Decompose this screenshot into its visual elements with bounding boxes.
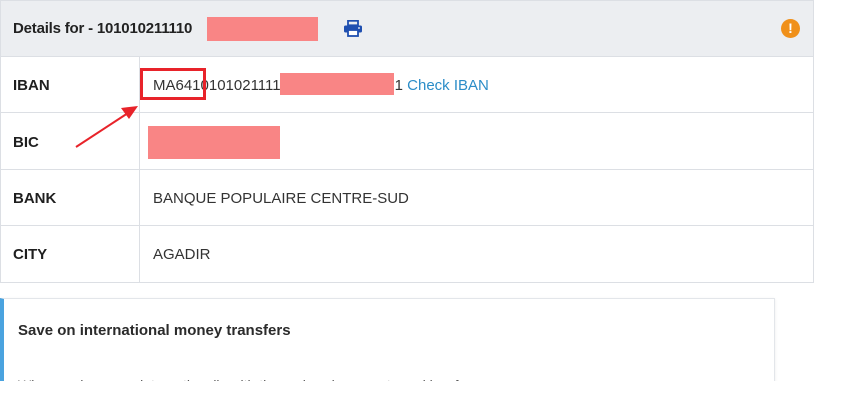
city-value: AGADIR: [153, 246, 211, 263]
iban-redaction: [280, 73, 394, 95]
row-bank: BANK BANQUE POPULAIRE CENTRE-SUD: [1, 170, 813, 226]
row-bic: BIC: [1, 114, 813, 170]
details-card: Details for - 1010102111101 ! IBAN MA641…: [0, 0, 814, 283]
row-city: CITY AGADIR: [1, 226, 813, 282]
bank-value: BANQUE POPULAIRE CENTRE-SUD: [153, 190, 409, 207]
printer-icon[interactable]: [343, 20, 363, 37]
city-label: CITY: [13, 246, 48, 263]
account-number-redaction: [207, 17, 318, 41]
exclamation-circle-icon[interactable]: !: [781, 19, 800, 38]
promo-title: Save on international money transfers: [18, 322, 291, 339]
iban-value-suffix: 1: [394, 77, 403, 94]
row-iban: IBAN MA6410101021111 1 Check IBAN: [1, 57, 813, 113]
bic-label: BIC: [13, 134, 39, 151]
bic-redaction: [148, 126, 280, 159]
details-title-prefix: Details for - 101010211110: [13, 20, 193, 37]
check-iban-link[interactable]: Check IBAN: [407, 77, 489, 94]
iban-country-highlight: [140, 68, 206, 100]
details-header: Details for - 1010102111101 !: [1, 1, 813, 57]
iban-label: IBAN: [13, 77, 50, 94]
bank-label: BANK: [13, 190, 57, 207]
page-cutoff: [0, 381, 846, 407]
